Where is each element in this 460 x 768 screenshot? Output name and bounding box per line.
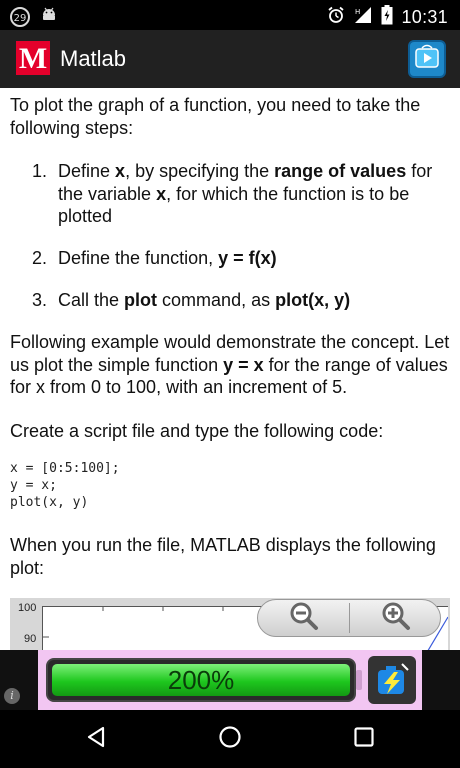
intro-paragraph: To plot the graph of a function, you nee… xyxy=(10,95,421,138)
play-store-button[interactable] xyxy=(408,40,446,78)
zoom-controls xyxy=(257,599,441,637)
code-block: x = [0:5:100]; y = x; plot(x, y) xyxy=(10,461,120,510)
zoom-out-icon xyxy=(289,601,319,636)
home-icon xyxy=(218,725,242,754)
recents-button[interactable] xyxy=(349,724,379,754)
step-number: 1. xyxy=(32,161,48,181)
step-item: 1. Define x, by specifying the range of … xyxy=(32,160,452,228)
step-number: 3. xyxy=(32,290,48,310)
bold-text: plot xyxy=(124,290,158,310)
step-item: 3. Call the plot command, as plot(x, y) xyxy=(32,289,452,312)
step-item: 2. Define the function, y = f(x) xyxy=(32,247,452,270)
back-icon xyxy=(85,726,107,753)
back-button[interactable] xyxy=(81,724,111,754)
text-run: Define xyxy=(58,161,116,181)
bold-text: x xyxy=(115,161,126,181)
article-content: To plot the graph of a function, you nee… xyxy=(0,88,460,650)
battery-cap xyxy=(356,670,362,690)
ad-frame[interactable]: 200% xyxy=(38,650,422,710)
bold-text: y = x xyxy=(223,354,264,375)
notification-count-badge: 29 xyxy=(10,6,30,27)
ad-banner[interactable]: i 200% xyxy=(0,650,460,710)
signal-icon: H xyxy=(353,6,373,29)
y-tick-label: 90 xyxy=(24,633,37,645)
alarm-icon xyxy=(327,6,345,29)
app-logo: M xyxy=(16,41,50,75)
text-run: command, as xyxy=(157,290,276,310)
status-bar: 29 H 10:31 xyxy=(0,0,460,30)
play-store-icon xyxy=(414,44,440,75)
ad-app-icon xyxy=(368,656,416,704)
zoom-out-button[interactable] xyxy=(258,600,350,636)
plot-image: 100 90 xyxy=(10,598,450,650)
zoom-in-icon xyxy=(381,601,411,636)
home-button[interactable] xyxy=(215,724,245,754)
navigation-bar xyxy=(0,710,460,768)
bold-text: x xyxy=(156,183,167,204)
bold-text: plot(x, y) xyxy=(275,290,351,310)
svg-text:H: H xyxy=(355,8,360,16)
script-instruction: Create a script file and type the follow… xyxy=(10,421,384,441)
zoom-in-button[interactable] xyxy=(350,600,442,636)
recents-icon xyxy=(353,726,375,753)
step-text: Define x, by specifying the range of val… xyxy=(58,160,452,228)
ad-info-icon[interactable]: i xyxy=(4,688,20,704)
y-tick-label: 100 xyxy=(18,602,37,614)
bold-text: range of values xyxy=(274,161,407,181)
battery-icon xyxy=(381,5,393,30)
ad-battery-graphic: 200% xyxy=(46,658,356,702)
clock: 10:31 xyxy=(401,7,448,27)
bold-text: y = f(x) xyxy=(218,248,277,268)
example-paragraph: Following example would demonstrate the … xyxy=(10,331,450,399)
text-run: Call the xyxy=(58,290,125,310)
app-title: Matlab xyxy=(60,46,127,71)
step-text: Call the plot command, as plot(x, y) xyxy=(58,289,452,312)
run-text: When you run the file, MATLAB displays t… xyxy=(10,535,436,578)
app-bar: M Matlab xyxy=(0,30,460,88)
step-text: Define the function, y = f(x) xyxy=(58,247,452,270)
ad-battery-label: 200% xyxy=(167,665,235,695)
text-run: , by specifying the xyxy=(125,161,275,181)
android-icon xyxy=(40,5,58,28)
step-number: 2. xyxy=(32,248,48,268)
text-run: Define the function, xyxy=(58,248,219,268)
